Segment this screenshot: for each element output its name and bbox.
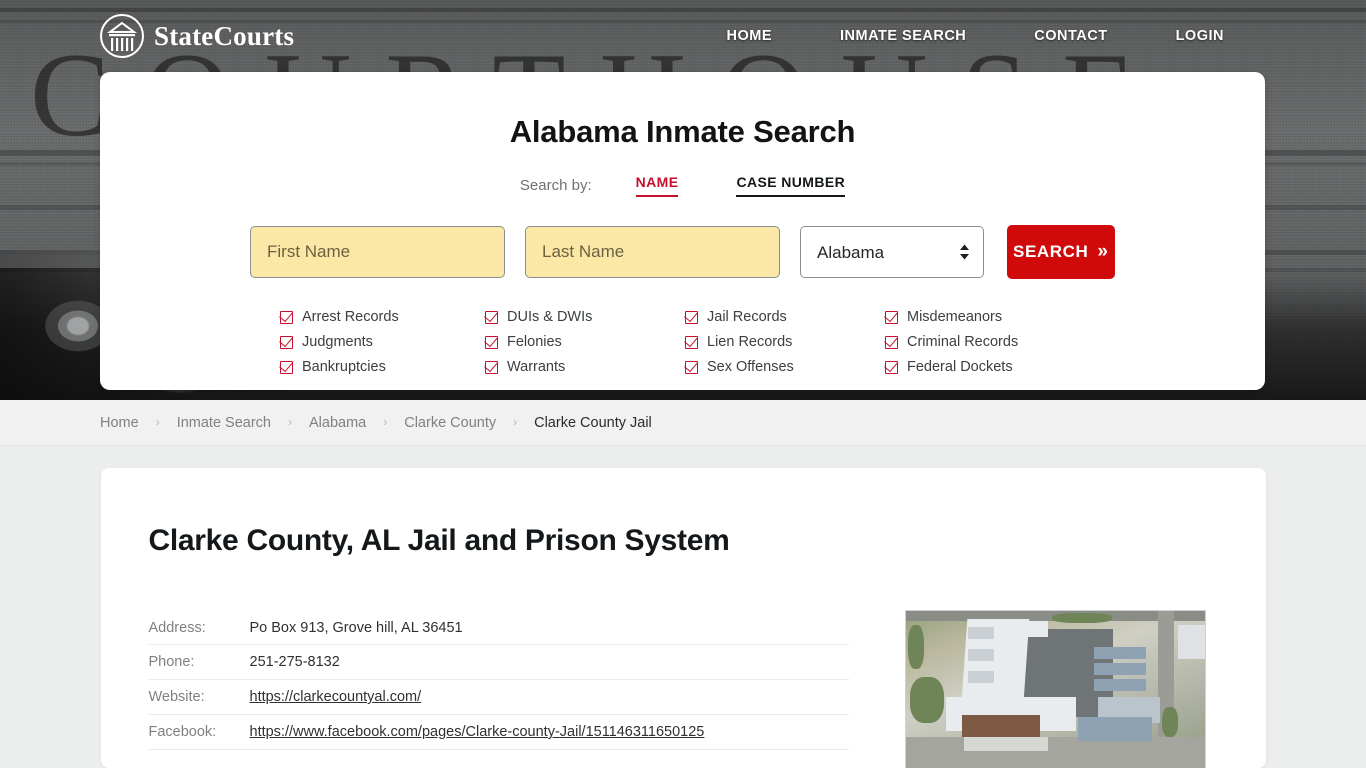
record-type-label: Federal Dockets (907, 359, 1013, 375)
state-select-wrapper: Alabama (800, 226, 984, 278)
record-type-label: DUIs & DWIs (507, 309, 593, 325)
facility-info-row: Phone: 251-275-8132 (148, 645, 849, 680)
record-type-checkbox[interactable]: Warrants (485, 355, 685, 379)
search-button-label: SEARCH (1013, 242, 1089, 261)
facility-info-label: Website: (148, 689, 205, 705)
breadcrumb-separator-icon: › (155, 414, 160, 429)
nav-item-login[interactable]: LOGIN (1142, 28, 1224, 44)
facility-info-label: Phone: (148, 654, 195, 670)
brand-logo[interactable]: StateCourts (100, 14, 294, 58)
facility-info-row: Website: https://clarkecountyal.com/ (148, 680, 849, 715)
breadcrumb-separator-icon: › (383, 414, 388, 429)
checkmark-icon (885, 360, 898, 374)
courthouse-circle-icon (100, 14, 144, 58)
record-type-checkbox[interactable]: Sex Offenses (685, 355, 885, 379)
facility-info-value: 251-275-8132 (249, 654, 340, 670)
record-type-checkbox[interactable]: Misdemeanors (885, 305, 1085, 329)
checkmark-icon (280, 335, 293, 349)
search-by-tabs: Search by: NAME CASE NUMBER (100, 174, 1265, 197)
breadcrumb-item[interactable]: Alabama (309, 415, 366, 431)
record-type-checkbox[interactable]: Felonies (485, 330, 685, 354)
breadcrumb-separator-icon: › (513, 414, 518, 429)
record-type-checkbox[interactable]: DUIs & DWIs (485, 305, 685, 329)
record-type-label: Judgments (302, 334, 373, 350)
facility-info-value[interactable]: https://clarkecountyal.com/ (250, 689, 422, 705)
nav-item-inmate-search[interactable]: INMATE SEARCH (806, 28, 1000, 44)
double-chevron-right-icon: » (1097, 241, 1109, 262)
main-nav: HOME INMATE SEARCH CONTACT LOGIN (693, 28, 1225, 44)
breadcrumb-item[interactable]: Clarke County (404, 415, 496, 431)
hero-banner: COURTHOUSE StateCourts HOME INMATE SEARC… (0, 0, 1366, 400)
facility-info-row: Address: Po Box 913, Grove hill, AL 36451 (148, 610, 849, 645)
first-name-input[interactable] (250, 226, 505, 278)
record-type-checkbox[interactable]: Judgments (280, 330, 485, 354)
record-type-label: Criminal Records (907, 334, 1019, 350)
page-body: Clarke County, AL Jail and Prison System… (0, 446, 1366, 768)
record-type-checkbox[interactable]: Arrest Records (280, 305, 485, 329)
breadcrumb: Home › Inmate Search › Alabama › Clarke County… (0, 400, 1366, 446)
facility-aerial-photo (904, 610, 1206, 768)
breadcrumb-item[interactable]: Home (100, 415, 139, 431)
record-type-label: Arrest Records (302, 309, 399, 325)
checkmark-icon (885, 310, 898, 324)
checkmark-icon (485, 360, 498, 374)
facility-info-value[interactable]: https://www.facebook.com/pages/Clarke-co… (250, 724, 705, 740)
facility-info-label: Address: (148, 619, 206, 636)
tab-search-by-name[interactable]: NAME (635, 174, 679, 197)
search-by-label: Search by: (519, 177, 592, 194)
checkmark-icon (280, 310, 293, 324)
detail-body: Address: Po Box 913, Grove hill, AL 36451… (148, 610, 1218, 768)
brand-name: StateCourts (154, 20, 295, 51)
checkmark-icon (485, 310, 498, 324)
checkmark-icon (685, 360, 698, 374)
facility-info-link[interactable]: https://clarkecountyal.com/ (250, 689, 422, 705)
checkmark-icon (685, 335, 698, 349)
record-type-checkbox[interactable]: Criminal Records (885, 330, 1085, 354)
record-type-checkbox-grid: Arrest Records DUIs & DWIs Jail Records Mis… (100, 305, 1265, 379)
record-type-label: Felonies (507, 334, 562, 350)
nav-item-home[interactable]: HOME (693, 28, 807, 44)
breadcrumb-item: Clarke County Jail (534, 414, 652, 431)
record-type-label: Warrants (507, 359, 566, 375)
record-type-checkbox[interactable]: Jail Records (685, 305, 885, 329)
nav-item-contact[interactable]: CONTACT (1000, 28, 1141, 44)
record-type-label: Jail Records (707, 309, 787, 325)
breadcrumb-item[interactable]: Inmate Search (177, 415, 271, 431)
search-button[interactable]: SEARCH » (1006, 225, 1115, 279)
record-type-checkbox[interactable]: Bankruptcies (280, 355, 485, 379)
checkmark-icon (685, 310, 698, 324)
facility-info-row: Facebook: https://www.facebook.com/pages/… (148, 715, 849, 750)
facility-info-label: Facebook: (148, 724, 217, 740)
checkmark-icon (280, 360, 293, 374)
page-title: Clarke County, AL Jail and Prison System (148, 524, 730, 557)
record-type-label: Bankruptcies (302, 359, 386, 375)
jail-detail-card: Clarke County, AL Jail and Prison System… (100, 468, 1266, 768)
record-type-label: Lien Records (707, 334, 793, 350)
record-type-checkbox[interactable]: Federal Dockets (885, 355, 1085, 379)
search-form: Alabama SEARCH » (100, 225, 1265, 279)
last-name-input[interactable] (525, 226, 780, 278)
checkmark-icon (485, 335, 498, 349)
record-type-checkbox[interactable]: Lien Records (685, 330, 885, 354)
facility-info-link[interactable]: https://www.facebook.com/pages/Clarke-co… (250, 724, 705, 740)
record-type-label: Sex Offenses (707, 359, 794, 375)
tab-search-by-case-number[interactable]: CASE NUMBER (736, 174, 846, 197)
checkmark-icon (885, 335, 898, 349)
search-card-title: Alabama Inmate Search (509, 114, 856, 149)
facility-info-value: Po Box 913, Grove hill, AL 36451 (249, 619, 463, 636)
record-type-label: Misdemeanors (907, 309, 1003, 325)
top-navigation-bar: StateCourts HOME INMATE SEARCH CONTACT L… (0, 0, 1366, 72)
breadcrumb-separator-icon: › (288, 414, 292, 429)
inmate-search-card: Alabama Inmate Search Search by: NAME CA… (100, 72, 1265, 390)
facility-info-table: Address: Po Box 913, Grove hill, AL 36451… (148, 610, 849, 768)
state-select[interactable]: Alabama (800, 226, 984, 278)
